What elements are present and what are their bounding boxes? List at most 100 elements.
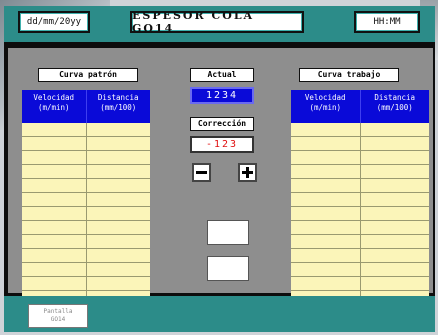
table-cell[interactable] (291, 151, 361, 164)
table-row (291, 151, 429, 165)
table-cell[interactable] (22, 179, 87, 192)
table-cell[interactable] (87, 137, 151, 150)
table-body (291, 123, 429, 305)
table-cell[interactable] (22, 221, 87, 234)
table-cell[interactable] (291, 123, 361, 136)
table-cell[interactable] (361, 123, 430, 136)
table-row (291, 137, 429, 151)
table-cell[interactable] (87, 221, 151, 234)
table-row (22, 165, 150, 179)
table-cell[interactable] (87, 151, 151, 164)
table-cell[interactable] (87, 207, 151, 220)
table-row (291, 249, 429, 263)
table-row (291, 193, 429, 207)
table-cell[interactable] (291, 179, 361, 192)
table-cell[interactable] (291, 165, 361, 178)
table-cell[interactable] (291, 277, 361, 290)
date-display: dd/mm/20yy (18, 11, 90, 33)
footer-bar: Pantalla GO14 (4, 296, 435, 332)
table-cell[interactable] (361, 277, 430, 290)
table-cell[interactable] (361, 207, 430, 220)
table-row (22, 277, 150, 291)
table-cell[interactable] (22, 151, 87, 164)
minus-button[interactable] (192, 163, 211, 182)
table-cell[interactable] (22, 235, 87, 248)
column-header-distancia: Distancia (mm/100) (97, 93, 139, 112)
table-row (291, 277, 429, 291)
table-row (291, 123, 429, 137)
table-cell[interactable] (291, 221, 361, 234)
table-cell[interactable] (22, 165, 87, 178)
table-row (22, 249, 150, 263)
table-cell[interactable] (22, 277, 87, 290)
table-cell[interactable] (22, 123, 87, 136)
table-header: Velocidad (m/min) Distancia (mm/100) (22, 90, 150, 123)
table-row (291, 165, 429, 179)
table-cell[interactable] (22, 249, 87, 262)
blank-button-2[interactable] (207, 256, 249, 281)
column-header-velocidad: Velocidad (m/min) (291, 90, 361, 123)
table-row (22, 179, 150, 193)
table-cell[interactable] (361, 221, 430, 234)
table-row (22, 123, 150, 137)
table-cell[interactable] (87, 263, 151, 276)
table-cell[interactable] (87, 235, 151, 248)
table-cell[interactable] (291, 263, 361, 276)
table-cell[interactable] (361, 263, 430, 276)
pantalla-go14-button[interactable]: Pantalla GO14 (28, 304, 88, 328)
plus-button[interactable] (238, 163, 257, 182)
table-cell[interactable] (361, 193, 430, 206)
table-cell[interactable] (291, 235, 361, 248)
correccion-label: Corrección (190, 117, 254, 131)
table-cell[interactable] (87, 179, 151, 192)
table-body (22, 123, 150, 305)
table-cell[interactable] (291, 137, 361, 150)
table-title: Curva trabajo (299, 68, 399, 82)
table-cell[interactable] (361, 165, 430, 178)
table-row (291, 221, 429, 235)
table-cell[interactable] (361, 137, 430, 150)
column-header-velocidad: Velocidad (m/min) (22, 90, 87, 123)
table-cell[interactable] (361, 249, 430, 262)
table-cell[interactable] (22, 137, 87, 150)
table-cell[interactable] (22, 263, 87, 276)
plus-icon (242, 167, 253, 178)
table-header: Velocidad (m/min) Distancia (mm/100) (291, 90, 429, 123)
table-row (22, 137, 150, 151)
table-row (22, 207, 150, 221)
content-area: Curva patrón Velocidad (m/min) Distancia… (8, 48, 433, 305)
table-cell[interactable] (291, 207, 361, 220)
table-row (22, 235, 150, 249)
actual-value: 1234 (190, 87, 254, 104)
table-row (291, 235, 429, 249)
table-row (22, 193, 150, 207)
table-cell[interactable] (22, 193, 87, 206)
table-row (291, 263, 429, 277)
table-cell[interactable] (361, 235, 430, 248)
time-display: HH:MM (354, 11, 420, 33)
blank-button-1[interactable] (207, 220, 249, 245)
table-cell[interactable] (87, 123, 151, 136)
table-cell[interactable] (87, 277, 151, 290)
column-header-distancia: Distancia (mm/100) (374, 93, 416, 112)
table-cell[interactable] (87, 165, 151, 178)
hmi-panel: dd/mm/20yy ESPESOR COLA GO14 HH:MM Curva… (4, 6, 435, 332)
table-cell[interactable] (291, 193, 361, 206)
table-row (22, 263, 150, 277)
table-cell[interactable] (87, 249, 151, 262)
header-bar: dd/mm/20yy ESPESOR COLA GO14 HH:MM (4, 6, 435, 42)
table-row (22, 221, 150, 235)
table-row (22, 151, 150, 165)
table-row (291, 207, 429, 221)
page-title: ESPESOR COLA GO14 (130, 9, 304, 35)
minus-icon (196, 171, 207, 174)
table-row (291, 179, 429, 193)
table-cell[interactable] (22, 207, 87, 220)
actual-label: Actual (190, 68, 254, 82)
table-cell[interactable] (291, 249, 361, 262)
correccion-input[interactable]: -123 (190, 136, 254, 153)
table-cell[interactable] (87, 193, 151, 206)
table-cell[interactable] (361, 179, 430, 192)
table-cell[interactable] (361, 151, 430, 164)
table-title: Curva patrón (38, 68, 138, 82)
